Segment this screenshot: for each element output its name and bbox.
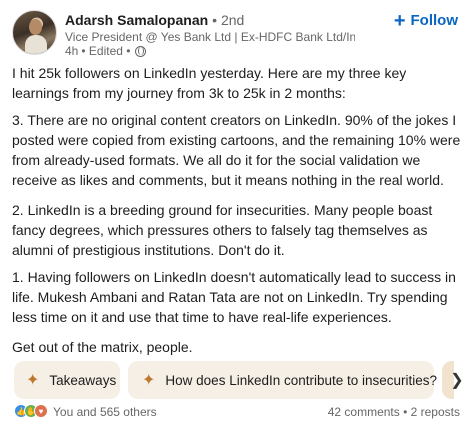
sparkle-icon: ✦: [142, 372, 156, 389]
post-header: Adarsh Samalopanan • 2nd Vice President @…: [12, 10, 462, 58]
reaction-count[interactable]: You and 565 others: [53, 405, 157, 419]
comments-reposts-count[interactable]: 42 comments • 2 reposts: [328, 405, 460, 419]
post-paragraph: 2. LinkedIn is a breeding ground for ins…: [12, 202, 433, 258]
follow-button[interactable]: + Follow: [393, 9, 459, 32]
suggestion-label: Takeaways: [49, 372, 117, 388]
avatar-shirt: [25, 35, 47, 54]
post-paragraph: 3. There are no original content creator…: [12, 112, 461, 188]
suggestion-label: How does LinkedIn contribute to insecuri…: [165, 372, 438, 388]
suggestion-chip-takeaways[interactable]: ✦ Takeaways: [14, 361, 120, 399]
author-name[interactable]: Adarsh Samalopanan: [65, 12, 208, 28]
sparkle-icon: ✦: [26, 372, 40, 389]
post-paragraph: Get out of the matrix, people.: [12, 339, 193, 355]
post-paragraph: 1. Having followers on LinkedIn doesn't …: [12, 269, 456, 325]
globe-icon: [135, 45, 147, 57]
author-avatar[interactable]: [12, 10, 57, 55]
connection-degree: • 2nd: [212, 12, 245, 28]
post-meta: 4h • Edited •: [65, 44, 147, 58]
suggestion-chip-insecurities[interactable]: ✦ How does LinkedIn contribute to insecu…: [128, 361, 438, 399]
social-counts: 👍 ✋ ♥ You and 565 others 42 comments • 2…: [14, 404, 462, 420]
reaction-icons[interactable]: 👍 ✋ ♥: [14, 404, 48, 418]
avatar-head: [29, 19, 42, 35]
love-icon: ♥: [34, 404, 48, 418]
follow-label: Follow: [410, 12, 459, 29]
suggestion-chips: ✦ Takeaways ✦ How does LinkedIn contribu…: [12, 361, 464, 399]
author-name-line: Adarsh Samalopanan • 2nd: [65, 12, 244, 28]
post-time: 4h: [65, 44, 79, 58]
plus-icon: +: [393, 9, 406, 32]
chevron-right-icon[interactable]: ❯: [450, 370, 464, 390]
post-paragraph: I hit 25k followers on LinkedIn yesterda…: [12, 65, 407, 101]
edited-label: • Edited •: [81, 44, 131, 58]
author-headline: Vice President @ Yes Bank Ltd | Ex-HDFC …: [65, 30, 355, 44]
